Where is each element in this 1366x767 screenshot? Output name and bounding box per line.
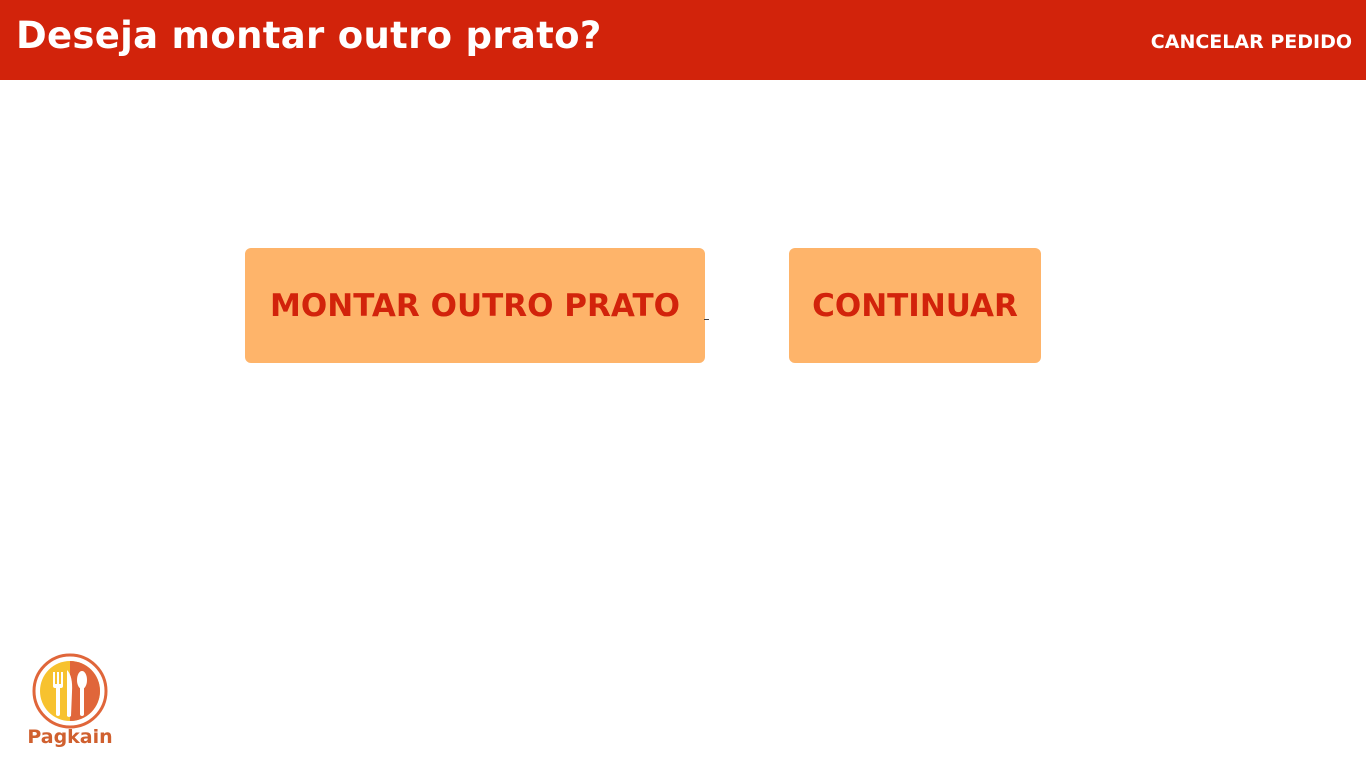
brand-logo: Pagkain [20,650,120,752]
page-title: Deseja montar outro prato? [16,14,602,57]
divider [704,319,709,320]
cancel-order-button[interactable]: CANCELAR PEDIDO [1151,30,1352,54]
top-bar: Deseja montar outro prato? CANCELAR PEDI… [0,0,1366,80]
build-another-plate-button[interactable]: MONTAR OUTRO PRATO [245,248,705,363]
continue-button[interactable]: CONTINUAR [789,248,1041,363]
fork-knife-spoon-icon [32,653,108,729]
brand-name: Pagkain [27,726,113,748]
